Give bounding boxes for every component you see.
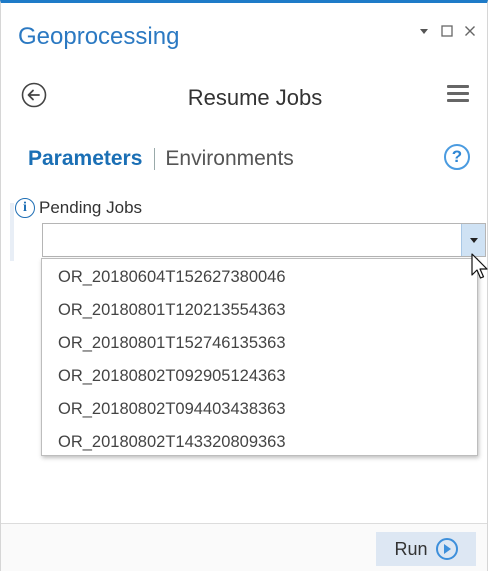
tab-parameters[interactable]: Parameters	[28, 147, 142, 171]
pane-footer: Run	[1, 523, 487, 571]
maximize-icon[interactable]	[440, 23, 454, 39]
parameter-accent-bar	[10, 203, 14, 261]
dropdown-option[interactable]: OR_20180801T120213554363	[42, 294, 477, 327]
pending-jobs-dropdown-list: OR_20180604T152627380046 OR_20180801T120…	[41, 258, 478, 456]
pending-jobs-input[interactable]	[43, 224, 453, 256]
pane-titlebar: Geoprocessing	[1, 3, 487, 63]
pin-dropdown-icon[interactable]	[417, 23, 431, 39]
pane-title: Geoprocessing	[18, 23, 180, 50]
dropdown-option[interactable]: OR_20180802T143320809363	[42, 426, 477, 459]
play-circle-icon	[435, 538, 458, 560]
run-label: Run	[394, 538, 428, 559]
dropdown-option[interactable]: OR_20180802T092905124363	[42, 360, 477, 393]
pending-jobs-combobox[interactable]	[42, 223, 486, 257]
run-button[interactable]: Run	[376, 532, 476, 566]
info-icon[interactable]: i	[15, 198, 35, 218]
tab-divider	[154, 148, 156, 170]
tool-title: Resume Jobs	[187, 85, 323, 110]
tool-header: Resume Jobs	[1, 77, 487, 117]
dropdown-option[interactable]: OR_20180802T094403438363	[42, 393, 477, 426]
dropdown-arrow-icon[interactable]	[461, 224, 485, 256]
mouse-cursor-icon	[471, 253, 488, 279]
parameter-tabs: Parameters Environments	[28, 147, 294, 171]
window-controls	[417, 23, 477, 39]
pending-jobs-label: Pending Jobs	[39, 198, 143, 217]
help-icon[interactable]: ?	[444, 144, 470, 170]
hamburger-menu-icon[interactable]	[447, 85, 469, 103]
tab-environments[interactable]: Environments	[165, 147, 293, 171]
dropdown-option[interactable]: OR_20180604T152627380046	[42, 261, 477, 294]
dropdown-option[interactable]: OR_20180801T152746135363	[42, 327, 477, 360]
close-icon[interactable]	[463, 23, 477, 39]
geoprocessing-pane: Geoprocessing Resume Jobs Parameters Env…	[0, 0, 488, 571]
